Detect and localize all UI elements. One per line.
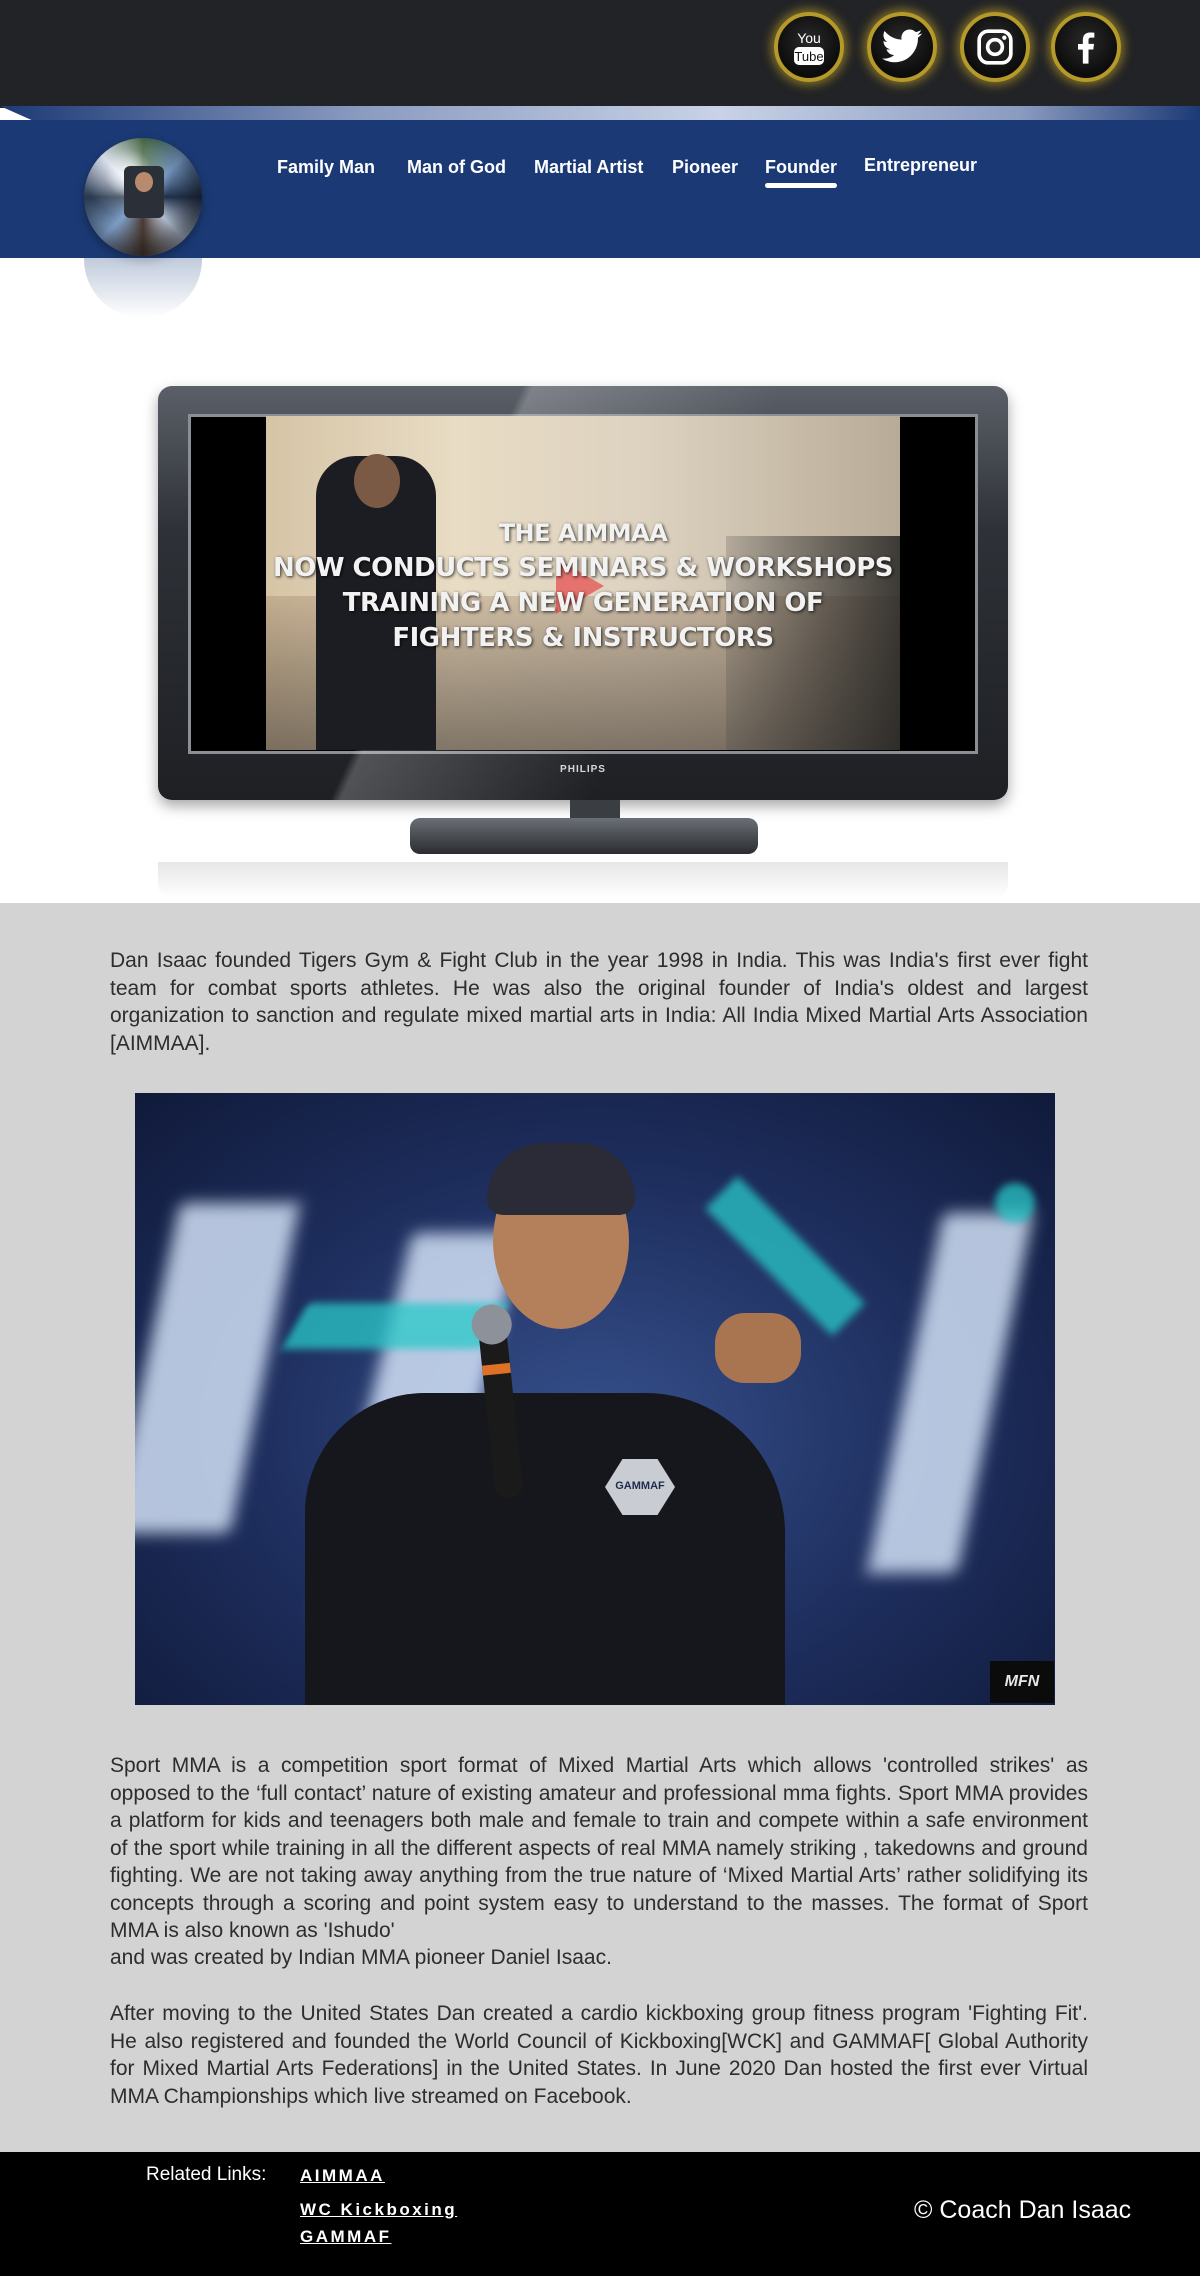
speaker-hair	[487, 1143, 635, 1215]
usa-paragraph: After moving to the United States Dan cr…	[110, 2002, 1088, 2108]
gammaf-patch-label: GAMMAF	[615, 1480, 665, 1492]
intro-paragraph: Dan Isaac founded Tigers Gym & Fight Clu…	[110, 949, 1088, 1055]
video-player[interactable]: THE AIMMAA NOW CONDUCTS SEMINARS & WORKS…	[266, 416, 900, 750]
sport-mma-paragraph-end: and was created by Indian MMA pioneer Da…	[110, 1946, 612, 1969]
main-nav: Family Man Man of God Martial Artist Pio…	[0, 155, 1200, 188]
sport-mma-paragraph: Sport MMA is a competition sport format …	[110, 1754, 1088, 1942]
footer-link-gammaf[interactable]: GAMMAF	[300, 2227, 391, 2247]
tv-stand	[410, 818, 758, 854]
twitter-icon	[881, 29, 923, 63]
related-links-label: Related Links:	[146, 2164, 267, 2185]
facebook-link[interactable]	[1051, 12, 1121, 82]
speaker-body	[305, 1393, 785, 1705]
nav-item-founder[interactable]: Founder	[765, 157, 837, 188]
overlay-line: THE AIMMAA	[498, 519, 668, 547]
copyright: © Coach Dan Isaac	[914, 2196, 1132, 2224]
nav-item-martial-artist[interactable]: Martial Artist	[534, 157, 643, 178]
video-overlay-text: THE AIMMAA NOW CONDUCTS SEMINARS & WORKS…	[266, 516, 900, 656]
youtube-text-top: You	[797, 30, 821, 46]
facebook-icon	[1078, 32, 1095, 64]
instagram-link[interactable]	[960, 12, 1030, 82]
bg-accent-shape	[995, 1183, 1035, 1223]
speaker-pointing-hand	[715, 1313, 801, 1383]
twitter-link[interactable]	[867, 12, 937, 82]
instagram-icon	[977, 29, 1013, 65]
globe-reflection	[84, 258, 202, 318]
nav-item-entrepreneur[interactable]: Entrepreneur	[864, 155, 977, 176]
tv-brand-label: PHILIPS	[560, 764, 606, 775]
footer-link-wc-kickboxing[interactable]: WC Kickboxing	[300, 2200, 457, 2220]
nav-item-family-man[interactable]: Family Man	[277, 157, 375, 178]
overlay-line: TRAINING A NEW GENERATION OF	[342, 588, 824, 618]
nav-item-pioneer[interactable]: Pioneer	[672, 157, 738, 178]
youtube-icon: You Tube	[794, 30, 824, 65]
bg-letter-shape	[866, 1213, 1034, 1573]
youtube-text-bottom: Tube	[794, 49, 823, 64]
nav-item-man-of-god[interactable]: Man of God	[407, 157, 506, 178]
profile-globe-logo[interactable]	[84, 138, 202, 256]
footer-link-aimmaa[interactable]: AIMMAA	[300, 2166, 385, 2186]
tv-reflection	[158, 862, 1008, 898]
speaker-photo: GAMMAF MFN	[135, 1093, 1055, 1705]
bg-accent-shape	[705, 1176, 865, 1336]
mfn-logo: MFN	[990, 1661, 1054, 1703]
youtube-link[interactable]: You Tube	[774, 12, 844, 82]
overlay-line: FIGHTERS & INSTRUCTORS	[392, 623, 774, 653]
bg-letter-shape	[135, 1203, 301, 1533]
overlay-line: NOW CONDUCTS SEMINARS & WORKSHOPS	[272, 553, 894, 583]
